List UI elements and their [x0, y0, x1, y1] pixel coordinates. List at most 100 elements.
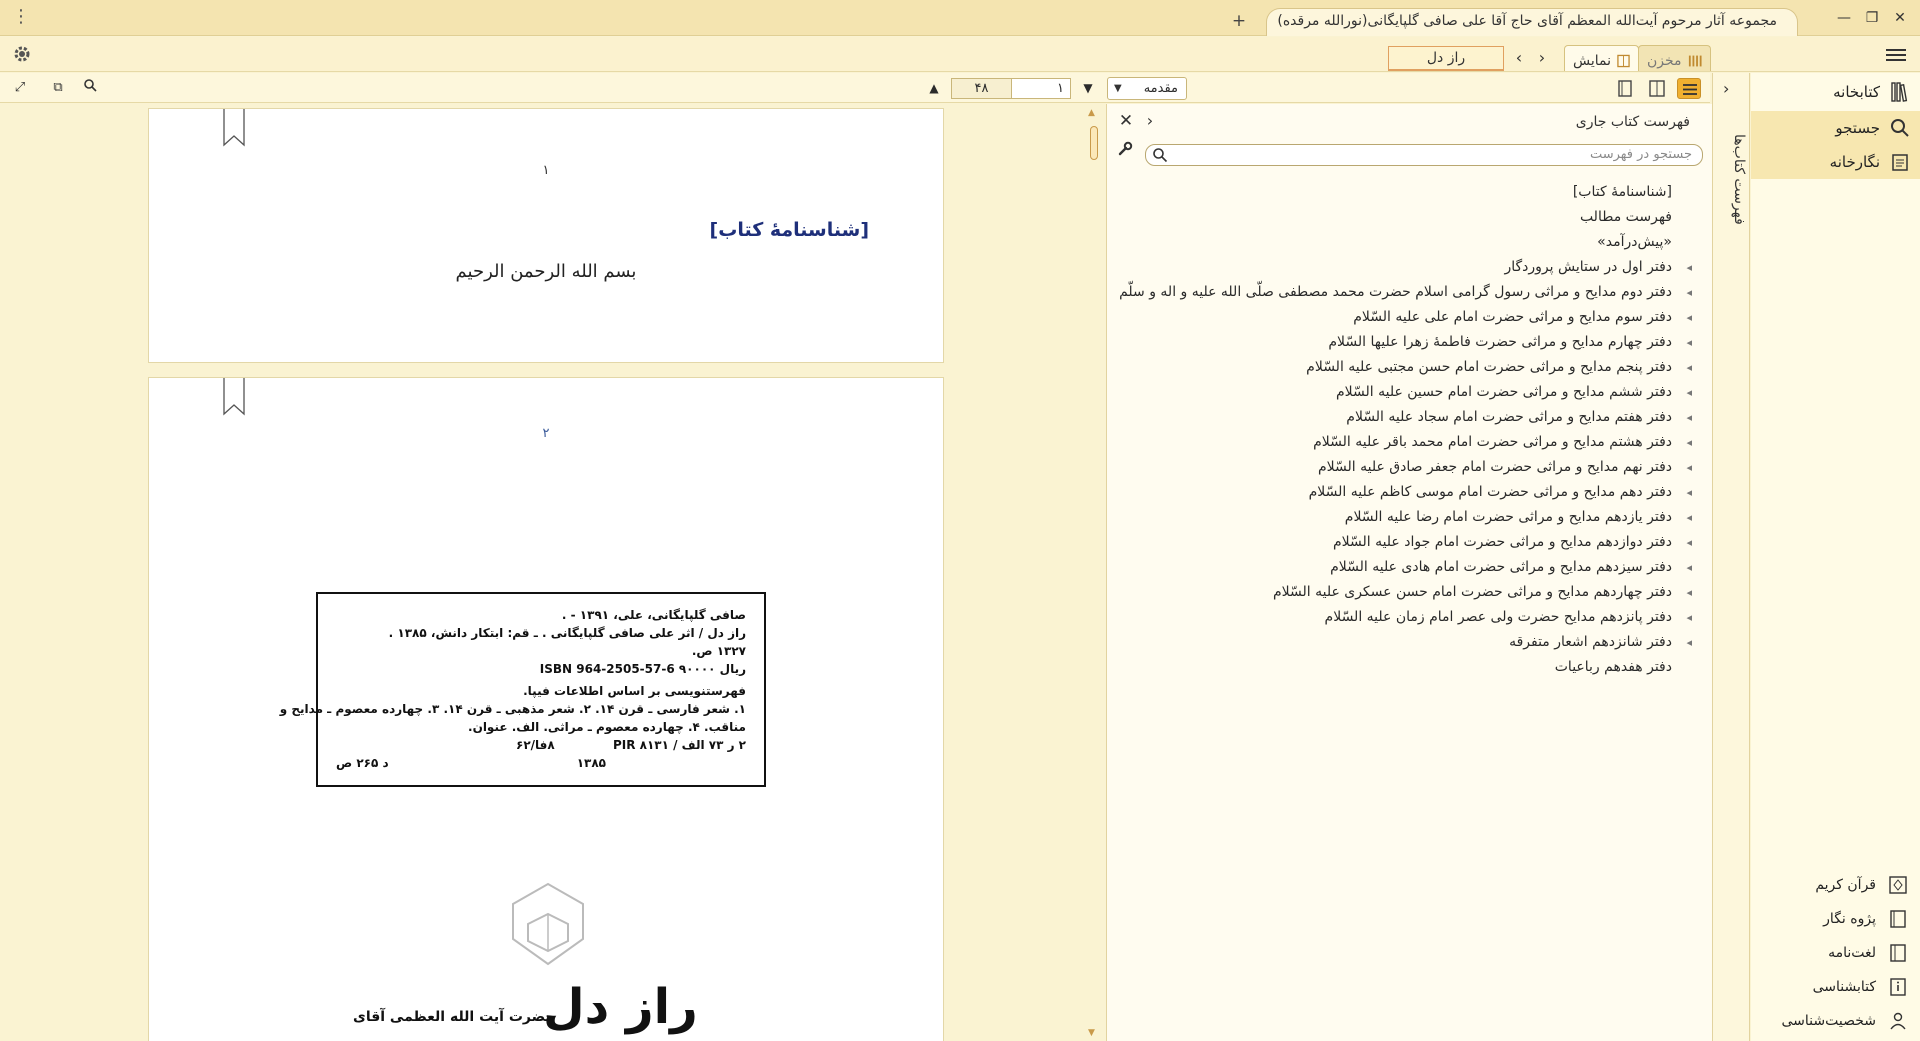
nav-search-label: جستجو [1835, 119, 1880, 137]
catalog-year-line: ۱۳۸۵ د ۲۶۵ ص [336, 754, 746, 772]
toc-panel: ✕ › فهرست کتاب جاری جستجو در فهرست [شناس… [1107, 104, 1712, 1041]
catalog-isbn: ISBN 964-2505-57-6 ۹۰۰۰۰ ریال [539, 662, 746, 676]
toc-item[interactable]: دفتر ششم مدایح و مراثی حضرت امام حسین عل… [1122, 380, 1692, 405]
toc-item[interactable]: دفتر یازدهم مدایح و مراثی حضرت امام رضا … [1122, 505, 1692, 530]
quran-icon [1889, 876, 1907, 894]
toc-item[interactable]: دفتر سیزدهم مدایح و مراثی حضرت امام هادی… [1122, 555, 1692, 580]
tab-namayesh[interactable]: نمایش [1564, 45, 1639, 71]
page-2: ۲ صافی گلپایگانی، علی، ۱۳۹۱ - . راز دل /… [148, 377, 944, 1041]
hamburger-menu-icon[interactable] [1886, 46, 1906, 64]
toc-item[interactable]: دفتر چهاردهم مدایح و مراثی حضرت امام حسن… [1122, 580, 1692, 605]
nav-library[interactable]: کتابخانه [1751, 75, 1920, 109]
bookmark-icon[interactable] [223, 378, 245, 416]
person-icon [1890, 1012, 1906, 1030]
catalog-class-b: ۸فا/۶۲ [516, 738, 555, 752]
toc-item[interactable]: «پیش‌درآمد» [1122, 230, 1692, 255]
toc-item[interactable]: دفتر اول در ستایش پروردگار [1122, 255, 1692, 280]
nav-biography[interactable]: شخصیت‌شناسی [1751, 1007, 1920, 1035]
toc-item[interactable]: دفتر هفدهم رباعیات [1122, 655, 1692, 680]
restore-button[interactable]: ❐ [1862, 8, 1882, 28]
toc-item[interactable]: دفتر شانزدهم اشعار متفرقه [1122, 630, 1692, 655]
scrollbar-thumb[interactable] [1090, 126, 1098, 160]
catalog-line: مناقب. ۴. چهارده معصوم ـ مراثی. الف. عنو… [468, 720, 746, 734]
chevron-up-icon[interactable]: ▲ [924, 78, 944, 98]
nav-quran-label: قرآن کریم [1815, 877, 1876, 893]
toc-item[interactable]: دفتر هشتم مدایح و مراثی حضرت امام محمد ب… [1122, 430, 1692, 455]
notebook-icon [1890, 910, 1906, 928]
bookshelf-icon [1688, 55, 1702, 66]
search-icon[interactable] [80, 78, 100, 98]
page-number: ۱ [542, 163, 550, 178]
section-dropdown-value: مقدمه [1143, 81, 1178, 96]
tab-bar: راز دل ‹ › نمایش مخزن [0, 37, 1920, 72]
vertical-scrollbar[interactable]: ▲ ▼ [1087, 108, 1101, 1038]
nav-biography-label: شخصیت‌شناسی [1781, 1013, 1877, 1029]
tab-book-raz-e-del[interactable]: راز دل [1388, 46, 1504, 71]
page-number-input[interactable]: ۱ [1011, 78, 1071, 99]
scroll-down-icon[interactable]: ▼ [1088, 1028, 1095, 1038]
catalog-line: ۱. شعر فارسی ـ قرن ۱۴. ۲. شعر مذهبی ـ قر… [279, 702, 746, 716]
dictionary-icon [1890, 944, 1906, 962]
nav-pajouh[interactable]: پژوه نگار [1751, 905, 1920, 933]
catalog-classification: ۲ ر ۷۳ الف / ۸۱۳۱ PIR ۸فا/۶۲ [336, 736, 746, 754]
toc-search-input[interactable]: جستجو در فهرست [1145, 144, 1703, 166]
basmala-text: بسم الله الرحمن الرحیم [455, 261, 637, 282]
toc-item[interactable]: [شناسنامهٔ کتاب] [1122, 180, 1692, 205]
book-view-icon[interactable] [1645, 78, 1669, 99]
publisher-logo-icon [512, 882, 584, 966]
nav-dictionary[interactable]: لغت‌نامه [1751, 939, 1920, 967]
caret-down-icon: ▼ [1114, 83, 1122, 94]
nav-bibliography[interactable]: کتابشناسی [1751, 973, 1920, 1001]
chevron-down-icon[interactable]: ▼ [1078, 78, 1098, 98]
bookshelf-icon [1891, 82, 1908, 102]
chevron-right-icon[interactable]: › [1723, 79, 1729, 98]
catalog-pages: د ۲۶۵ ص [336, 756, 389, 770]
catalog-year: ۱۳۸۵ [576, 756, 606, 770]
close-window-button[interactable]: ✕ [1890, 8, 1910, 28]
nav-gallery[interactable]: نگارخانه [1751, 145, 1920, 179]
catalog-line: فهرستنویسی بر اساس اطلاعات فیپا. [523, 684, 746, 698]
scroll-up-icon[interactable]: ▲ [1088, 108, 1095, 118]
toc-item[interactable]: دفتر دوازدهم مدایح و مراثی حضرت امام جوا… [1122, 530, 1692, 555]
chevron-right-icon[interactable]: › [1533, 49, 1551, 67]
nav-pajouh-label: پژوه نگار [1823, 911, 1876, 927]
minimize-button[interactable]: — [1834, 8, 1854, 28]
more-menu-icon[interactable]: ⋮ [12, 6, 30, 28]
toc-item[interactable]: دفتر چهارم مدایح و مراثی حضرت فاطمهٔ زهر… [1122, 330, 1692, 355]
chevron-left-icon[interactable]: ‹ [1510, 49, 1528, 67]
nav-quran[interactable]: قرآن کریم [1751, 871, 1920, 899]
list-view-icon[interactable] [1677, 78, 1701, 99]
compare-view-icon[interactable]: ⧉ [48, 78, 68, 98]
document-viewer[interactable]: ۱ [شناسنامهٔ کتاب] بسم الله الرحمن الرحی… [0, 104, 1080, 1041]
nav-gallery-label: نگارخانه [1829, 153, 1880, 171]
section-dropdown[interactable]: مقدمه ▼ [1107, 77, 1187, 100]
nav-library-label: کتابخانه [1833, 83, 1880, 101]
title-bar: ⋮ + مجموعه آثار مرحوم آیت‌الله المعظم آق… [0, 0, 1920, 36]
section-heading: [شناسنامهٔ کتاب] [709, 219, 869, 241]
bookmark-icon[interactable] [223, 109, 245, 147]
settings-gear-icon[interactable] [12, 44, 32, 64]
toc-item[interactable]: دفتر دوم مدایح و مراثی رسول گرامی اسلام … [1119, 280, 1692, 305]
toc-item[interactable]: دفتر نهم مدایح و مراثی حضرت امام جعفر صا… [1122, 455, 1692, 480]
toc-item[interactable]: دفتر پانزدهم مدایح حضرت ولی عصر امام زما… [1122, 605, 1692, 630]
wrench-icon[interactable] [1115, 141, 1135, 161]
expand-icon[interactable]: ⤢ [10, 78, 30, 98]
books-list-side-tab[interactable]: › فهرست کتاب‌ها [1712, 73, 1750, 1041]
close-icon[interactable]: ✕ [1117, 112, 1135, 130]
new-tab-button[interactable]: + [1230, 12, 1248, 30]
chevron-right-icon[interactable]: › [1141, 112, 1159, 130]
tab-makhzan-label: مخزن [1647, 52, 1682, 69]
nav-search[interactable]: جستجو [1751, 111, 1920, 145]
toc-item[interactable]: دفتر هفتم مدایح و مراثی حضرت امام سجاد ع… [1122, 405, 1692, 430]
toc-item[interactable]: دفتر دهم مدایح و مراثی حضرت امام موسی کا… [1122, 480, 1692, 505]
right-navigation: کتابخانه جستجو نگارخانه قرآن کریم پژوه ن… [1751, 73, 1920, 1041]
toc-item[interactable]: دفتر سوم مدایح و مراثی حضرت امام علی علی… [1122, 305, 1692, 330]
page-total: ۴۸ [951, 78, 1012, 99]
scanned-bottom-text: حضرت آیت الله العظمی آقای [353, 1009, 556, 1025]
tab-makhzan[interactable]: مخزن [1638, 45, 1711, 71]
search-icon [1891, 119, 1909, 137]
toc-item[interactable]: فهرست مطالب [1122, 205, 1692, 230]
toc-item[interactable]: دفتر پنجم مدایح و مراثی حضرت امام حسن مج… [1122, 355, 1692, 380]
document-tab[interactable]: مجموعه آثار مرحوم آیت‌الله المعظم آقای ح… [1266, 8, 1798, 36]
single-page-view-icon[interactable] [1613, 78, 1637, 99]
